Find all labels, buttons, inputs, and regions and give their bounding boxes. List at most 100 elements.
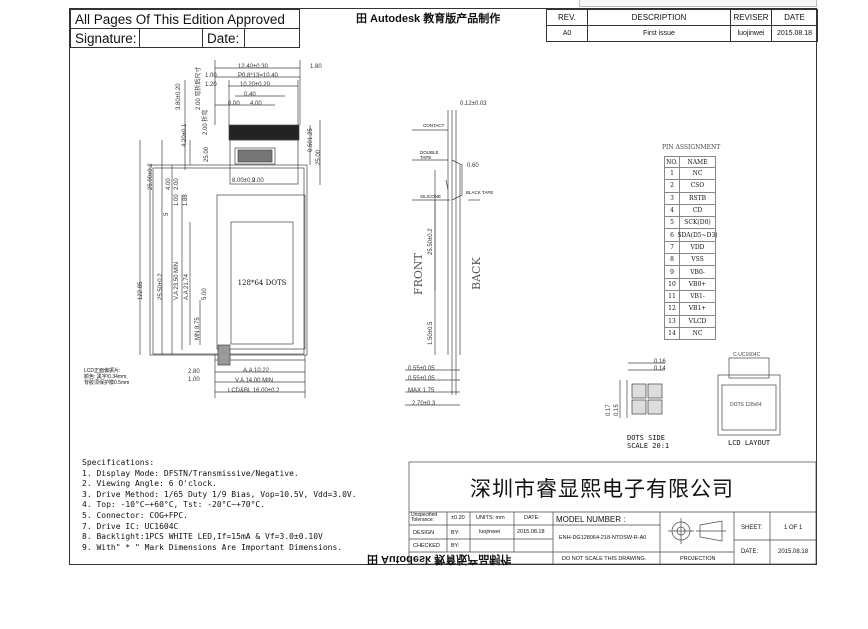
label-contact: CONTACT — [423, 123, 445, 128]
dot-dim-0-14: 0.14 — [654, 366, 666, 372]
pin-name: NC — [680, 327, 716, 341]
ic-label: C-UC1604C — [733, 352, 761, 358]
dim-left-4: 4.00 — [166, 178, 172, 190]
pin-name: CD — [680, 204, 716, 218]
dim-left-25-00: 25.00±0.2 — [148, 163, 154, 190]
pin-name: SCK(D0) — [680, 217, 716, 230]
lcd-note-line: 背胶须保护膜0.5mm — [84, 380, 130, 386]
dim-side-max: MAX 1.75 — [408, 388, 435, 394]
dim-left-3-80: 3.80±0.20 — [176, 83, 182, 110]
dot-dim-0-17: 0.17 — [606, 404, 612, 416]
lcd-inner-label: DOTS 128x64 — [730, 402, 762, 408]
pin-name-header: NAME — [680, 156, 716, 168]
dim-side-1-50: 1.50±0.5 — [428, 321, 434, 345]
dim-left-2: 2.00 — [174, 178, 180, 190]
label-double-tape: DOUBLE TAPE — [420, 150, 439, 160]
dim-right-1-25: 1.25 — [308, 128, 314, 140]
dim-left-25: 25.00 — [204, 146, 210, 162]
label-black-tape: BLACK TAPE — [466, 190, 494, 195]
spec-item: 4. Top: -10°C~+60°C, Tst: -20°C~+70°C. — [82, 500, 266, 510]
pin-name: VB0- — [680, 266, 716, 279]
sheet-value: 1 OF 1 — [784, 525, 803, 531]
date2-value: 2015.08.18 — [778, 549, 809, 555]
pin-number: 10 — [664, 278, 680, 291]
spec-item: 1. Display Mode: DFSTN/Transmissive/Nega… — [82, 468, 299, 478]
unspecified-label: Unspecified Tolerance: — [411, 512, 438, 523]
checked-by-label: BY: — [451, 543, 460, 549]
dim-top-1-20: 1.20 — [205, 82, 217, 88]
pin-row: 7 VDD — [664, 241, 716, 255]
watermark-bottom: 田 Autodesk 教育版产品制作 — [367, 553, 512, 565]
pin-number: 14 — [664, 327, 680, 341]
pin-row: 13 VLCD — [664, 315, 716, 328]
label-front: FRONT — [412, 253, 425, 295]
dim-side-0-12: 0.12±0.03 — [460, 101, 487, 107]
pin-number: 5 — [664, 217, 680, 230]
dim-top-4-00: 4.00 — [250, 101, 262, 107]
design-label: DESIGN — [413, 530, 435, 536]
dim-left-1: 1.00 — [174, 194, 180, 206]
dim-bottom-2-80: 2.80 — [188, 369, 200, 375]
design-by-label: BY: — [451, 530, 460, 536]
pin-row: 11 VB1- — [664, 290, 716, 304]
pin-number: 1 — [664, 168, 680, 181]
lcd-layout-title: LCD LAYOUT — [728, 439, 771, 447]
pin-row: 12 VB1+ — [664, 303, 716, 316]
dot-dim-0-15: 0.15 — [614, 404, 620, 416]
pin-row: 8 VSS — [664, 254, 716, 267]
pin-row: 4 CD — [664, 204, 716, 218]
pin-name: NC — [680, 168, 716, 181]
dim-bottom-1-00: 1.00 — [188, 377, 200, 383]
projection-label: PROJECTION — [680, 556, 716, 562]
pin-name: VB1+ — [680, 303, 716, 316]
dim-left-4-20: 4.20±0.1 — [182, 123, 188, 147]
pin-header-row: NO. NAME — [664, 156, 716, 168]
dim-bottom-aa: A.A 10.22 — [243, 368, 270, 374]
dim-pitch: P0.8*13=10.40 — [238, 73, 278, 79]
dim-side-2-70: 2.70±0.3 — [412, 401, 436, 407]
dim-5-00: 5.00 — [202, 288, 208, 300]
spec-item: 7. Drive IC: UC1604C — [82, 521, 179, 531]
dim-overall: 122.85 — [138, 281, 144, 300]
display-label: 128*64 DOTS — [237, 279, 287, 287]
pin-title: PIN ASSIGNMENT — [662, 144, 721, 151]
checked-label: CHECKED — [413, 543, 440, 549]
pin-table: NO. NAME 1 NC 2 CSO 3 RSTB 4 CD 5 SCK(D0) 6 SDA(D5~… — [664, 156, 718, 341]
pin-number: 4 — [664, 204, 680, 218]
dim-bottom-va: V.A 14.00 MIN — [235, 378, 274, 384]
pin-row: 1 NC — [664, 168, 716, 181]
dim-right-9: 9.00 — [252, 178, 264, 184]
sheet-label: SHEET: — [741, 525, 763, 531]
dim-top-10-20: 10.20±0.20 — [240, 82, 270, 88]
label-silicone: SILICONE — [420, 194, 442, 199]
dim-bottom-lcd: LCD&BL 16.00±0.2 — [228, 388, 280, 394]
pin-row: 3 RSTB — [664, 192, 716, 205]
pin-number: 7 — [664, 241, 680, 255]
date2-label: DATE: — [741, 549, 759, 555]
dots-title: DOTS SIDE — [627, 434, 665, 442]
dim-right-0-50: 0.50 — [308, 140, 314, 152]
model-number-label: MODEL NUMBER : — [556, 515, 626, 524]
pin-number: 8 — [664, 254, 680, 267]
dim-top-0-40: 0.40 — [244, 92, 256, 98]
label-back: BACK — [470, 257, 483, 290]
dim-side-25-50: 25.50±0.2 — [428, 228, 434, 255]
dim-left-25-50: 25.50±0.2 — [158, 273, 164, 300]
pin-number: 11 — [664, 290, 680, 304]
display-area: 128*64 DOTS — [231, 222, 293, 344]
pin-name: CSO — [680, 180, 716, 193]
pin-name: RSTB — [680, 192, 716, 205]
pin-name: SDA(D5~D3) — [677, 229, 718, 242]
pin-name: VLCD — [680, 315, 716, 328]
tolerance-value: ±0.20 — [451, 515, 465, 521]
spec-item: 8. Backlight:1PCS WHITE LED,If=15mA & Vf… — [82, 532, 323, 542]
no-scale-note: DO NOT SCALE THIS DRAWING. — [562, 556, 647, 562]
dim-side-0-55b: 0.55±0.05 — [408, 376, 435, 382]
pin-number: 3 — [664, 192, 680, 205]
dots-scale: SCALE 20:1 — [627, 442, 670, 450]
dim-va: V.A 23.50 MIN — [174, 261, 180, 300]
pin-number: 9 — [664, 266, 680, 279]
pin-no-header: NO. — [664, 156, 680, 168]
pin-row: 14 NC — [664, 327, 716, 341]
pin-name: VB1- — [680, 290, 716, 304]
